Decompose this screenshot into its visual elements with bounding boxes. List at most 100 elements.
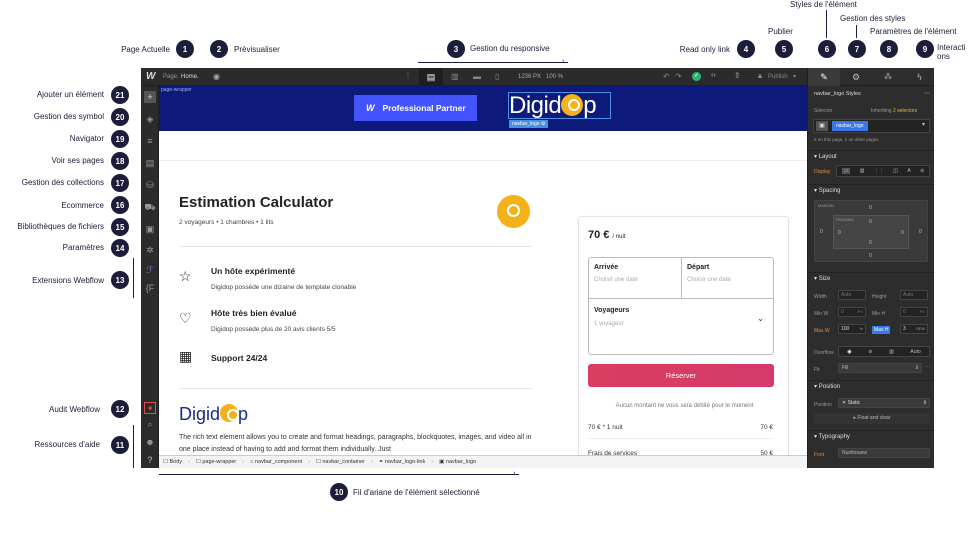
feature-title: Hôte très bien évalué bbox=[211, 308, 297, 318]
publish-icon[interactable]: ▲ bbox=[756, 71, 764, 80]
arrow-styles bbox=[826, 10, 827, 38]
reserve-button[interactable]: Réserver bbox=[588, 364, 774, 387]
interactions-icon[interactable]: ϟ bbox=[904, 68, 934, 86]
feature-desc: Digidop possède plus de 20 avis clients … bbox=[211, 326, 336, 333]
float-clear-toggle[interactable]: ▸ Float and clear bbox=[814, 413, 930, 424]
heart-icon: ♡ bbox=[179, 310, 192, 326]
cms-icon[interactable]: ⛁ bbox=[144, 179, 156, 191]
panel-tabs: ✎ ⚙ ⁂ ϟ bbox=[808, 68, 934, 86]
breadcrumb-item[interactable]: ⌂ navbar_component bbox=[250, 459, 302, 465]
desktop-view-icon[interactable]: ▤ bbox=[419, 68, 443, 86]
overflow-options[interactable]: ◉ ⊘ ▥ Auto bbox=[838, 346, 930, 357]
more-icon[interactable]: ⋮ bbox=[405, 72, 411, 79]
audit-icon[interactable]: ■ bbox=[144, 402, 156, 414]
assets-icon[interactable]: ▣ bbox=[144, 223, 156, 235]
help-icon[interactable]: ? bbox=[144, 454, 156, 466]
breadcrumb-separator: › bbox=[242, 459, 245, 465]
height-label: Height bbox=[872, 294, 887, 300]
minh-input[interactable]: 0 PX bbox=[900, 307, 928, 317]
webflow-logo[interactable]: W bbox=[146, 71, 155, 82]
navbar[interactable]: page-wrapper W Professional Partner Digi… bbox=[159, 86, 807, 131]
selected-element-tag[interactable]: navbar_logo ⚙ bbox=[509, 120, 549, 128]
display-options[interactable]: ▭ ▥ ⋮⋮ ◫ A ⊘ bbox=[836, 165, 930, 177]
undo-icon[interactable]: ↶ bbox=[663, 72, 670, 81]
badge-1: 1 bbox=[176, 40, 194, 58]
partner-badge[interactable]: W Professional Partner bbox=[354, 95, 477, 121]
more-icon[interactable]: ⋯ bbox=[924, 90, 930, 97]
more-icon[interactable]: ⋯ bbox=[925, 364, 930, 370]
selector-tag[interactable]: navbar_logo bbox=[832, 121, 868, 131]
selector-label: Selector bbox=[814, 108, 833, 114]
preview-eye-icon[interactable]: ◉ bbox=[213, 72, 220, 81]
spacing-section[interactable]: ▾ Spacing bbox=[808, 184, 934, 196]
gear-icon[interactable]: ⚙ bbox=[840, 68, 872, 86]
symbols-icon[interactable]: ◈ bbox=[144, 113, 156, 125]
typography-section[interactable]: ▾ Typography bbox=[808, 430, 934, 442]
design-canvas[interactable]: page-wrapper W Professional Partner Digi… bbox=[159, 86, 807, 468]
label-extensions: Extensions Webflow bbox=[32, 276, 104, 285]
mobile-view-icon[interactable]: ▯ bbox=[495, 72, 499, 81]
breadcrumb-item[interactable]: ☐ page-wrapper bbox=[196, 459, 236, 465]
size-section[interactable]: ▾ Size bbox=[808, 272, 934, 284]
arrivee-field[interactable]: Arrivée Choisir une date bbox=[589, 258, 682, 299]
arrow-ressources bbox=[133, 425, 134, 468]
code-icon[interactable]: ‹› bbox=[711, 72, 716, 79]
settings-icon[interactable]: ✲ bbox=[144, 244, 156, 256]
brand-text-b: p bbox=[238, 404, 249, 424]
publish-button[interactable]: Publish bbox=[768, 74, 788, 80]
label-previsualiser: Prévisualiser bbox=[234, 45, 280, 54]
landscape-view-icon[interactable]: ▬ bbox=[473, 72, 481, 81]
check-status-icon[interactable]: ✓ bbox=[692, 72, 701, 81]
label-ressources: Ressources d'aide bbox=[34, 440, 100, 449]
badge-19: 19 bbox=[111, 130, 129, 148]
calendar-icon: ▦ bbox=[179, 348, 193, 364]
ecommerce-icon[interactable]: ⛟ bbox=[144, 201, 156, 213]
pages-icon[interactable]: ▤ bbox=[144, 157, 156, 169]
navigator-icon[interactable]: ≡ bbox=[144, 135, 156, 147]
breadcrumb-separator: › bbox=[431, 459, 434, 465]
chevron-down-icon[interactable]: ▾ bbox=[793, 73, 796, 80]
breadcrumb-item[interactable]: ⚭ navbar_logo-link bbox=[379, 459, 426, 465]
selector-field[interactable]: ▣ navbar_logo ▾ bbox=[813, 119, 930, 133]
arrow-gestion-styles bbox=[856, 25, 857, 38]
maxw-input[interactable]: 100% bbox=[838, 324, 866, 334]
fit-select[interactable]: Fill ⇕ bbox=[838, 363, 922, 373]
selector-icon: ▣ bbox=[816, 121, 828, 131]
maxh-input[interactable]: 3 REM bbox=[900, 324, 928, 334]
breadcrumb-item[interactable]: ☐ navbar_container bbox=[316, 459, 365, 465]
style-brush-icon[interactable]: ✎ bbox=[808, 68, 840, 86]
breadcrumb-item[interactable]: ☐ Body bbox=[163, 459, 182, 465]
breadcrumb-item[interactable]: ▣ navbar_logo bbox=[439, 459, 476, 465]
height-input[interactable]: Auto bbox=[900, 290, 928, 300]
position-section[interactable]: ▾ Position bbox=[808, 380, 934, 392]
padding-box[interactable]: PADDING 0 0 0 0 bbox=[833, 215, 909, 249]
page-divider bbox=[159, 160, 807, 161]
layout-section[interactable]: ▾ Layout bbox=[808, 150, 934, 162]
minw-input[interactable]: 0 PX bbox=[838, 307, 866, 317]
font-select[interactable]: Nunitosans bbox=[838, 448, 930, 458]
label-ajouter: Ajouter un élément bbox=[36, 90, 104, 99]
add-element-icon[interactable]: + bbox=[144, 91, 156, 103]
margin-box[interactable]: MARGIN 0 0 0 0 PADDING 0 0 0 0 bbox=[814, 200, 928, 262]
arrow-responsive bbox=[418, 62, 568, 63]
width-input[interactable]: Auto bbox=[838, 290, 866, 300]
page-title: Estimation Calculator bbox=[179, 194, 334, 211]
label-pages: Voir ses pages bbox=[51, 156, 104, 165]
share-icon[interactable]: ⇪ bbox=[734, 71, 741, 80]
position-select[interactable]: ✕ Static ⇕ bbox=[838, 398, 930, 408]
fit-label: Fit bbox=[814, 367, 820, 373]
badge-12: 12 bbox=[111, 400, 129, 418]
tablet-view-icon[interactable]: ▥ bbox=[451, 72, 459, 81]
depart-field[interactable]: Départ Choisir une date bbox=[682, 258, 774, 299]
element-settings-icon[interactable]: ⁂ bbox=[872, 68, 904, 86]
search-icon[interactable]: ⌕ bbox=[144, 418, 156, 430]
page-prefix: Page: bbox=[163, 74, 179, 80]
chevron-down-icon[interactable]: ▾ bbox=[922, 121, 925, 128]
redo-icon[interactable]: ↷ bbox=[675, 72, 682, 81]
current-page[interactable]: Home. bbox=[181, 74, 199, 80]
custom-code-icon[interactable]: {F bbox=[144, 282, 156, 294]
display-label: Display bbox=[814, 169, 831, 175]
apps-icon[interactable]: ℱ bbox=[144, 264, 156, 276]
users-icon[interactable]: ☻ bbox=[144, 436, 156, 448]
voyageurs-select[interactable]: Voyageurs 1 voyageur ⌄ bbox=[589, 299, 774, 355]
